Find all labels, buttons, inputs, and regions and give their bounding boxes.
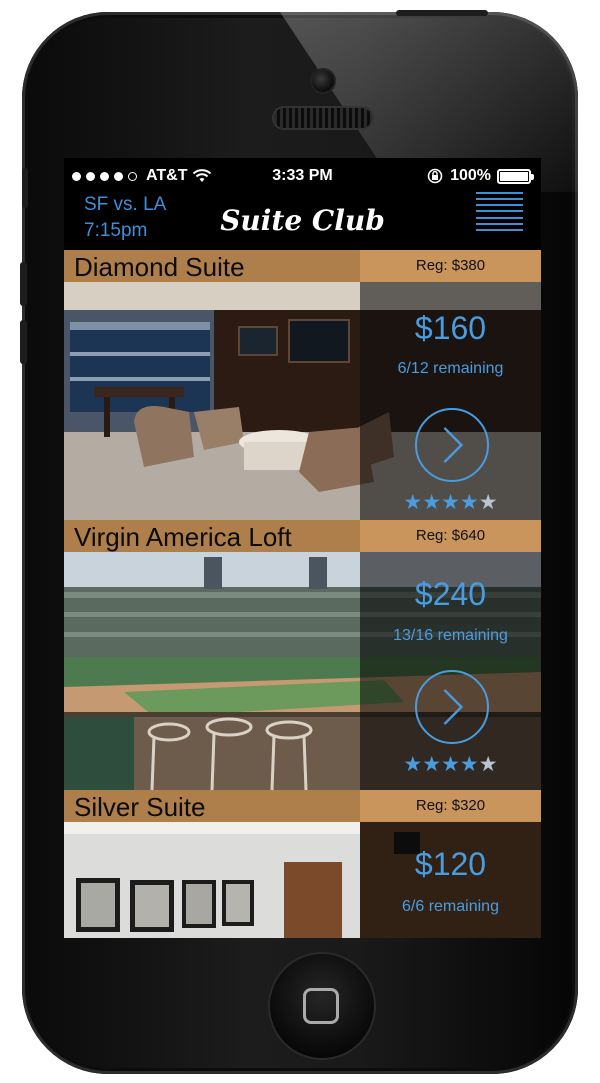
battery-percent: 100% (450, 167, 491, 184)
menu-icon[interactable] (476, 192, 523, 231)
star-rating: ★★★★★ (360, 490, 541, 515)
suite-price: $160 (414, 310, 487, 346)
suite-name: Diamond Suite (74, 252, 245, 282)
volume-down-button[interactable] (20, 320, 27, 364)
suite-name: Silver Suite (74, 792, 206, 822)
suite-price: $120 (414, 846, 487, 882)
suite-name: Virgin America Loft (74, 522, 292, 552)
front-camera (312, 70, 334, 92)
regular-price: Reg: $380 (415, 257, 486, 274)
seats-remaining: 13/16 remaining (393, 627, 508, 644)
star-icon: ★ (441, 753, 460, 776)
earpiece-speaker (274, 108, 372, 128)
star-icon: ★ (422, 491, 442, 514)
app-header: SF vs. LA 7:15pm Suite Club (64, 192, 541, 250)
home-button-icon (303, 988, 339, 1024)
star-icon: ★ (459, 491, 479, 514)
chevron-right-icon[interactable] (415, 408, 489, 482)
orientation-lock-icon (427, 168, 443, 184)
seats-remaining: 6/12 remaining (397, 360, 504, 377)
regular-price: Reg: $320 (415, 797, 486, 814)
star-icon: ★ (441, 491, 460, 514)
power-button[interactable] (396, 10, 488, 16)
suite-price: $240 (414, 576, 487, 612)
star-icon: ★ (478, 753, 498, 776)
status-right: 100% (426, 167, 534, 185)
star-icon: ★ (403, 753, 423, 776)
app-title: Suite Club (220, 204, 385, 237)
battery-fill (500, 171, 528, 181)
app-screen: AT&T 3:33 PM 100% SF vs. LA 7:15pm Suite… (64, 158, 541, 938)
chevron-right-icon[interactable] (415, 670, 489, 744)
suite-card-silver[interactable]: Silver Suite Reg: $320 $120 6/6 remainin… (64, 790, 541, 938)
star-icon: ★ (422, 753, 442, 776)
suite-card-virgin-america-loft[interactable]: Virgin America Loft Reg: $640 $240 13/16… (64, 520, 541, 792)
star-icon: ★ (403, 491, 423, 514)
seats-remaining: 6/6 remaining (402, 898, 499, 915)
status-bar: AT&T 3:33 PM 100% (64, 158, 541, 192)
regular-price: Reg: $640 (415, 527, 486, 544)
star-rating: ★★★★★ (360, 752, 541, 777)
star-icon: ★ (478, 491, 498, 514)
battery-icon (497, 168, 534, 184)
volume-up-button[interactable] (20, 262, 27, 306)
mute-switch[interactable] (22, 168, 28, 208)
star-icon: ★ (459, 753, 479, 776)
suite-card-diamond[interactable]: Diamond Suite Reg: $380 $160 6/12 remain… (64, 250, 541, 522)
